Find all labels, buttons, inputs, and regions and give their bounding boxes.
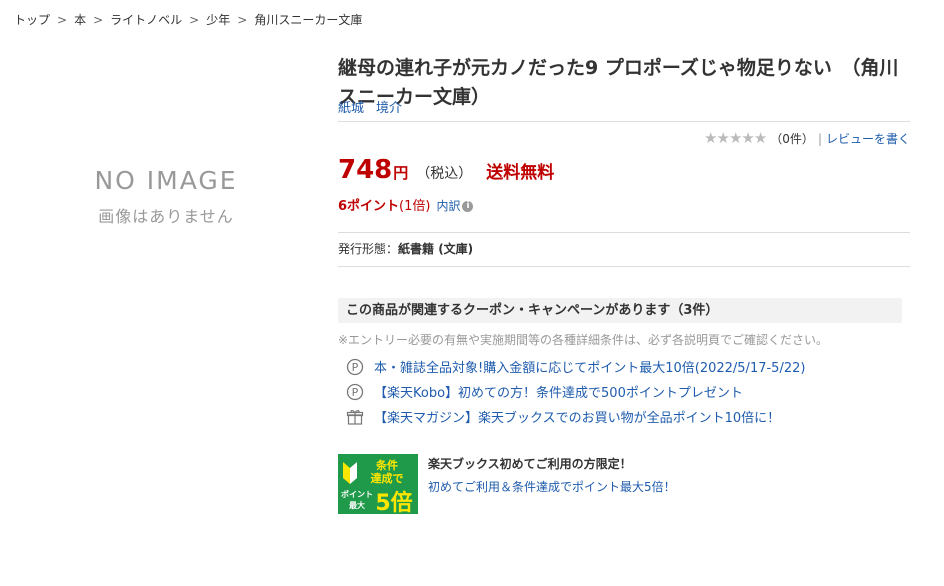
product-title: 継母の連れ子が元カノだった9 プロポーズじゃ物足りない （角川スニーカー文庫） <box>338 56 899 108</box>
campaign-item: 【楽天マガジン】楽天ブックスでのお買い物が全品ポイント10倍に！ <box>346 407 780 426</box>
beginner-mark-icon: 条件 達成で ポイント 最大 5倍 <box>341 458 413 516</box>
write-review-link[interactable]: レビューを書く <box>826 132 910 146</box>
badge-text-line4: 最大 <box>349 500 365 510</box>
product-image-placeholder: NO IMAGE 画像はありません <box>50 166 282 227</box>
badge-text-line1: 条件 <box>375 458 398 472</box>
price-unit: 円 <box>393 164 409 182</box>
info-icon: i <box>462 201 474 212</box>
campaign-link[interactable]: 本・雑誌全品対象!購入金額に応じてポイント最大10倍(2022/5/17-5/2… <box>374 361 805 376</box>
divider <box>338 121 910 122</box>
badge-text-line2: 達成で <box>371 471 404 485</box>
promo-link[interactable]: 初めてご利用＆条件達成でポイント最大5倍！ <box>428 478 676 495</box>
author-list: 紙城 境介 <box>338 97 414 116</box>
point-icon: P <box>346 358 364 375</box>
campaign-note: ※エントリー必要の有無や実施期間等の各種詳細条件は、必ず各説明頁でご確認ください… <box>338 333 829 347</box>
breadcrumb-item-top[interactable]: トップ <box>14 13 50 27</box>
breadcrumb: トップ > 本 > ライトノベル > 少年 > 角川スニーカー文庫 <box>14 11 362 28</box>
breadcrumb-item-sneaker-bunko[interactable]: 角川スニーカー文庫 <box>254 13 362 27</box>
no-image-subtext: 画像はありません <box>98 207 234 226</box>
breadcrumb-item-books[interactable]: 本 <box>74 13 86 27</box>
free-shipping-label: 送料無料 <box>486 163 555 183</box>
breadcrumb-item-light-novel[interactable]: ライトノベル <box>110 13 182 27</box>
tax-included-label: （税込） <box>416 166 473 182</box>
breadcrumb-separator: > <box>237 13 248 27</box>
divider <box>338 232 910 233</box>
divider <box>338 266 910 267</box>
svg-text:P: P <box>352 361 359 374</box>
review-count: （0件） <box>770 132 814 146</box>
rating-row: ★★★★★ （0件） | レビューを書く <box>704 129 910 147</box>
points-breakdown-link[interactable]: 内訳 i <box>436 199 474 213</box>
points-value: 6ポイント <box>338 199 400 214</box>
badge-text-line3: ポイント <box>341 489 373 499</box>
separator: | <box>817 132 822 146</box>
no-image-text: NO IMAGE <box>94 166 238 195</box>
svg-text:P: P <box>352 386 359 399</box>
format-row: 発行形態：紙書籍 (文庫) <box>338 240 473 257</box>
points-row: 6ポイント(1倍) 内訳 i <box>338 195 474 214</box>
campaign-item: P 【楽天Kobo】初めての方！条件達成で500ポイントプレゼント <box>346 382 743 401</box>
points-breakdown-label: 内訳 <box>436 199 461 213</box>
points-multiplier: (1倍) <box>399 199 431 214</box>
breadcrumb-item-shonen[interactable]: 少年 <box>206 13 230 27</box>
point-icon: P <box>346 383 364 400</box>
format-label: 発行形態： <box>338 242 399 256</box>
author-link[interactable]: 境介 <box>376 101 402 116</box>
price-row: 748円 （税込） 送料無料 <box>338 155 554 185</box>
breadcrumb-separator: > <box>93 13 104 27</box>
gift-icon <box>346 409 364 425</box>
campaign-link[interactable]: 【楽天マガジン】楽天ブックスでのお買い物が全品ポイント10倍に！ <box>374 411 780 426</box>
campaign-heading: この商品が関連するクーポン・キャンペーンがあります（3件） <box>338 298 902 323</box>
format-value: 紙書籍 (文庫) <box>398 242 474 256</box>
badge-text-big: 5倍 <box>375 490 412 514</box>
price-amount: 748 <box>338 155 393 185</box>
breadcrumb-separator: > <box>57 13 68 27</box>
campaign-item: P 本・雑誌全品対象!購入金額に応じてポイント最大10倍(2022/5/17-5/… <box>346 357 805 376</box>
promo-title: 楽天ブックス初めてご利用の方限定！ <box>428 457 632 471</box>
point-5x-badge[interactable]: 条件 達成で ポイント 最大 5倍 <box>338 454 418 516</box>
author-link[interactable]: 紙城 <box>338 101 364 116</box>
breadcrumb-separator: > <box>189 13 200 27</box>
campaign-link[interactable]: 【楽天Kobo】初めての方！条件達成で500ポイントプレゼント <box>374 386 743 401</box>
star-rating-icon: ★★★★★ <box>704 129 767 147</box>
